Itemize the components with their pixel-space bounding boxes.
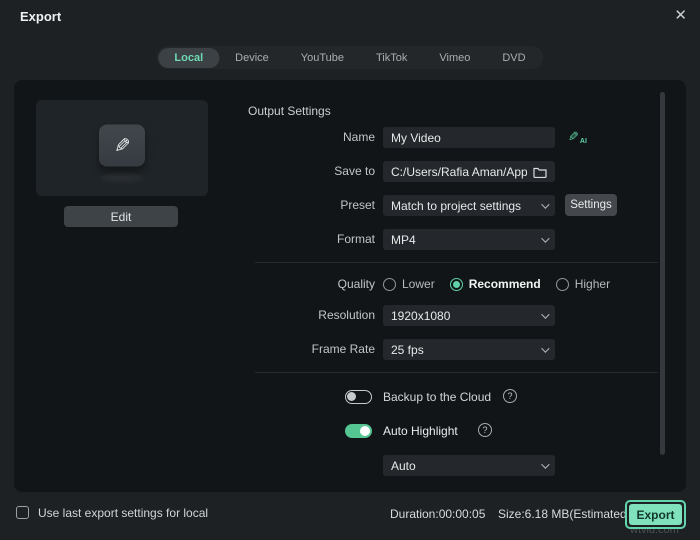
toggle-knob xyxy=(347,392,356,401)
resolution-dropdown[interactable]: 1920x1080 xyxy=(383,305,555,326)
tab-local[interactable]: Local xyxy=(158,47,220,68)
quality-radio-group: Lower Recommend Higher xyxy=(383,277,610,291)
quality-label: Quality xyxy=(337,277,375,291)
radio-lower[interactable]: Lower xyxy=(383,277,435,291)
toggle-knob xyxy=(360,426,370,436)
highlight-mode-value: Auto xyxy=(391,458,416,473)
radio-circle xyxy=(449,277,463,291)
frame-rate-value: 25 fps xyxy=(391,342,424,357)
radio-label: Lower xyxy=(402,277,435,291)
chevron-down-icon xyxy=(541,309,550,319)
export-settings-panel: ✎ Edit Output Settings Name ✎AI Save to … xyxy=(14,80,686,492)
ai-pencil-glyph: ✎ xyxy=(568,129,579,144)
save-to-path: C:/Users/Rafia Aman/AppData xyxy=(391,164,527,179)
radio-higher[interactable]: Higher xyxy=(555,277,611,291)
help-icon[interactable]: ? xyxy=(478,423,492,437)
chevron-down-icon xyxy=(541,199,550,209)
tab-tiktok[interactable]: TikTok xyxy=(360,48,423,68)
radio-label: Higher xyxy=(574,277,611,291)
chevron-down-icon xyxy=(541,343,550,353)
vertical-scrollbar[interactable] xyxy=(660,92,665,455)
radio-circle xyxy=(555,277,569,291)
name-input[interactable] xyxy=(383,127,555,148)
close-icon[interactable]: ✕ xyxy=(674,6,687,26)
preset-label: Preset xyxy=(340,198,375,212)
folder-browse-icon[interactable] xyxy=(533,166,547,178)
preset-dropdown[interactable]: Match to project settings xyxy=(383,195,555,216)
video-preview-thumbnail[interactable]: ✎ xyxy=(36,100,208,196)
export-button[interactable]: Export xyxy=(629,504,682,525)
pencil-icon: ✎ xyxy=(113,134,131,157)
tab-vimeo[interactable]: Vimeo xyxy=(423,48,486,68)
format-value: MP4 xyxy=(391,232,416,247)
edit-button[interactable]: Edit xyxy=(64,206,178,227)
divider xyxy=(255,262,658,263)
help-icon[interactable]: ? xyxy=(503,389,517,403)
preview-placeholder: ✎ xyxy=(99,124,145,167)
export-tabs: Local Device YouTube TikTok Vimeo DVD xyxy=(156,46,544,69)
format-label: Format xyxy=(336,232,375,246)
resolution-label: Resolution xyxy=(318,308,375,322)
frame-rate-label: Frame Rate xyxy=(311,342,375,356)
section-title-output-settings: Output Settings xyxy=(248,104,331,118)
frame-rate-dropdown[interactable]: 25 fps xyxy=(383,339,555,360)
radio-recommend[interactable]: Recommend xyxy=(449,277,541,291)
use-last-settings-checkbox[interactable] xyxy=(16,506,29,519)
window-title: Export xyxy=(20,9,62,24)
duration-text: Duration:00:00:05 xyxy=(390,507,486,521)
ai-rename-icon[interactable]: ✎ AI xyxy=(568,129,587,145)
settings-button[interactable]: Settings xyxy=(565,194,617,216)
chevron-down-icon xyxy=(541,459,550,469)
divider xyxy=(255,372,658,373)
use-last-settings-label: Use last export settings for local xyxy=(38,506,209,520)
radio-label: Recommend xyxy=(468,277,541,291)
format-dropdown[interactable]: MP4 xyxy=(383,229,555,250)
footer-bar: Use last export settings for local Durat… xyxy=(0,497,700,540)
radio-circle xyxy=(383,277,396,291)
tab-device[interactable]: Device xyxy=(219,48,285,68)
tab-youtube[interactable]: YouTube xyxy=(285,48,360,68)
export-button-focus-ring: Export xyxy=(625,500,686,529)
preset-value: Match to project settings xyxy=(391,198,522,213)
ai-sub-label: AI xyxy=(579,138,587,145)
tab-dvd[interactable]: DVD xyxy=(486,48,541,68)
title-bar: Export ✕ xyxy=(0,0,700,36)
auto-highlight-label: Auto Highlight xyxy=(383,424,458,438)
save-to-label: Save to xyxy=(334,164,375,178)
highlight-mode-dropdown[interactable]: Auto xyxy=(383,455,555,476)
thumbnail-reflection xyxy=(100,174,144,182)
name-label: Name xyxy=(342,130,375,144)
save-to-field[interactable]: C:/Users/Rafia Aman/AppData xyxy=(383,161,555,182)
backup-cloud-toggle[interactable] xyxy=(345,390,372,404)
chevron-down-icon xyxy=(541,233,550,243)
backup-cloud-label: Backup to the Cloud xyxy=(383,390,492,404)
size-text: Size:6.18 MB(Estimated) xyxy=(498,507,631,521)
resolution-value: 1920x1080 xyxy=(391,308,451,323)
auto-highlight-toggle[interactable] xyxy=(345,424,372,438)
